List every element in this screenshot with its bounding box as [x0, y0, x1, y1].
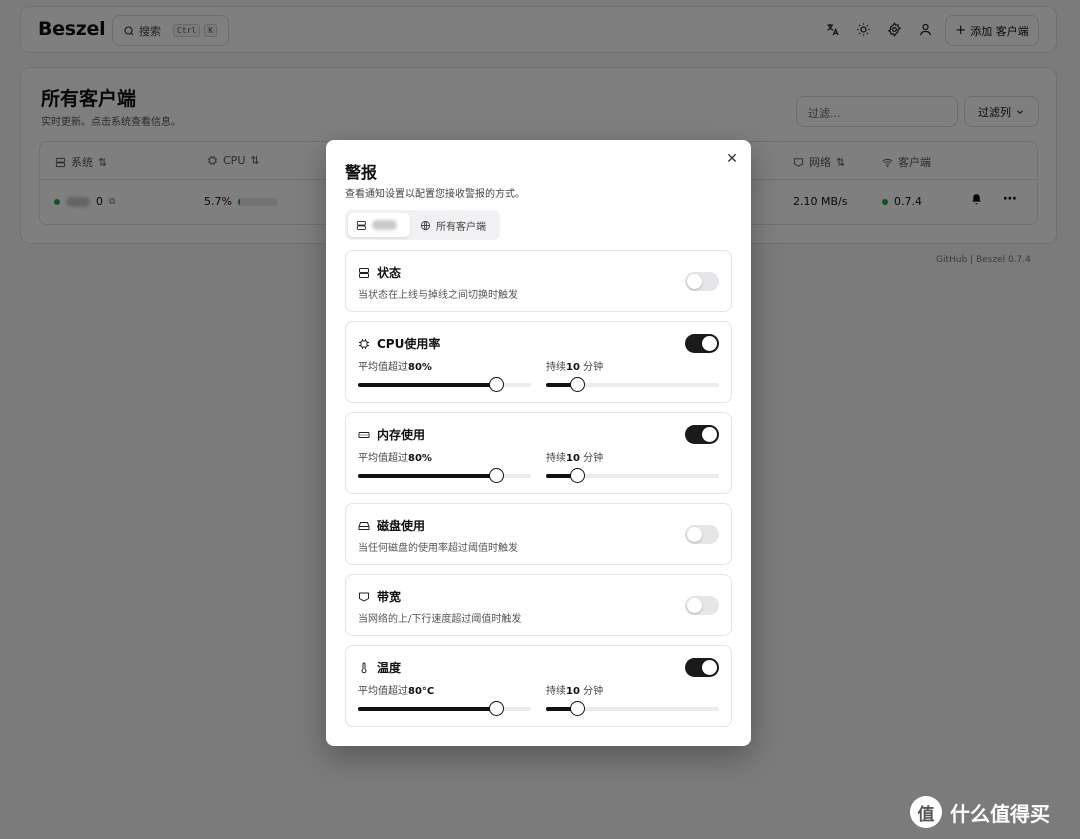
thermometer-icon: [358, 662, 370, 674]
alert-title: 温度: [377, 661, 402, 675]
tab-all-clients-label: 所有客户端: [436, 221, 486, 233]
globe-icon: [420, 220, 431, 230]
toggle-knob: [687, 527, 702, 542]
slider-thumb[interactable]: [489, 468, 505, 483]
duration-slider[interactable]: [546, 468, 719, 483]
close-icon[interactable]: ✕: [724, 151, 740, 167]
threshold-slider[interactable]: [358, 701, 531, 716]
alert-title: CPU使用率: [377, 337, 441, 351]
threshold-slider[interactable]: [358, 377, 531, 392]
alert-toggle[interactable]: [685, 334, 719, 353]
slider-fill: [358, 474, 497, 478]
toggle-knob: [687, 598, 702, 613]
cpu-icon: [358, 338, 370, 350]
duration-label: 持续10 分钟: [546, 362, 604, 373]
slider-fill: [358, 707, 497, 711]
watermark-logo-icon: 值: [910, 796, 942, 828]
alert-title: 带宽: [377, 590, 402, 604]
alert-cpu: CPU使用率 平均值超过80% 持续10 分钟: [345, 321, 732, 403]
alert-bandwidth: 带宽 当网络的上/下行速度超过阈值时触发: [345, 574, 732, 636]
alert-title: 状态: [377, 266, 402, 280]
alert-title: 内存使用: [377, 428, 426, 442]
alert-description: 当网络的上/下行速度超过阈值时触发: [358, 614, 522, 625]
duration-label: 持续10 分钟: [546, 686, 604, 697]
toggle-knob: [702, 660, 717, 675]
duration-label: 持续10 分钟: [546, 453, 604, 464]
slider-thumb[interactable]: [570, 468, 586, 483]
alert-description: 当任何磁盘的使用率超过阈值时触发: [358, 543, 518, 554]
alert-toggle[interactable]: [685, 596, 719, 615]
tab-this-system[interactable]: [348, 213, 410, 237]
watermark: 值 什么值得买: [910, 796, 1050, 828]
alert-status: 状态 当状态在上线与掉线之间切换时触发: [345, 250, 732, 312]
threshold-label: 平均值超过80%: [358, 453, 432, 464]
tab-all-clients[interactable]: 所有客户端: [412, 213, 494, 237]
redacted-tab-label: [371, 220, 397, 230]
watermark-text: 什么值得买: [950, 801, 1050, 826]
dialog-title: 警报: [345, 163, 378, 182]
toggle-knob: [702, 336, 717, 351]
duration-slider[interactable]: [546, 377, 719, 392]
slider-thumb[interactable]: [570, 701, 586, 716]
alert-description: 当状态在上线与掉线之间切换时触发: [358, 290, 518, 301]
alert-tabs: 所有客户端: [345, 210, 500, 240]
toggle-knob: [702, 427, 717, 442]
memory-icon: [358, 429, 370, 441]
hard-drive-icon: [358, 520, 370, 532]
threshold-label: 平均值超过80°C: [358, 686, 435, 697]
slider-thumb[interactable]: [489, 377, 505, 392]
duration-slider[interactable]: [546, 701, 719, 716]
alerts-dialog: 警报 查看通知设置以配置您接收警报的方式。 ✕ 所有客户端 状态 当状态在上线与…: [326, 140, 751, 746]
server-icon: [358, 267, 370, 279]
alert-toggle[interactable]: [685, 658, 719, 677]
network-icon: [358, 591, 370, 603]
threshold-slider[interactable]: [358, 468, 531, 483]
alert-toggle[interactable]: [685, 272, 719, 291]
alert-title: 磁盘使用: [377, 519, 426, 533]
toggle-knob: [687, 274, 702, 289]
alert-temperature: 温度 平均值超过80°C 持续10 分钟: [345, 645, 732, 727]
slider-thumb[interactable]: [570, 377, 586, 392]
slider-thumb[interactable]: [489, 701, 505, 716]
alert-memory: 内存使用 平均值超过80% 持续10 分钟: [345, 412, 732, 494]
alert-toggle[interactable]: [685, 525, 719, 544]
threshold-label: 平均值超过80%: [358, 362, 432, 373]
alert-toggle[interactable]: [685, 425, 719, 444]
alert-disk: 磁盘使用 当任何磁盘的使用率超过阈值时触发: [345, 503, 732, 565]
server-icon: [356, 220, 366, 230]
dialog-description: 查看通知设置以配置您接收警报的方式。: [345, 189, 525, 200]
slider-fill: [358, 383, 497, 387]
